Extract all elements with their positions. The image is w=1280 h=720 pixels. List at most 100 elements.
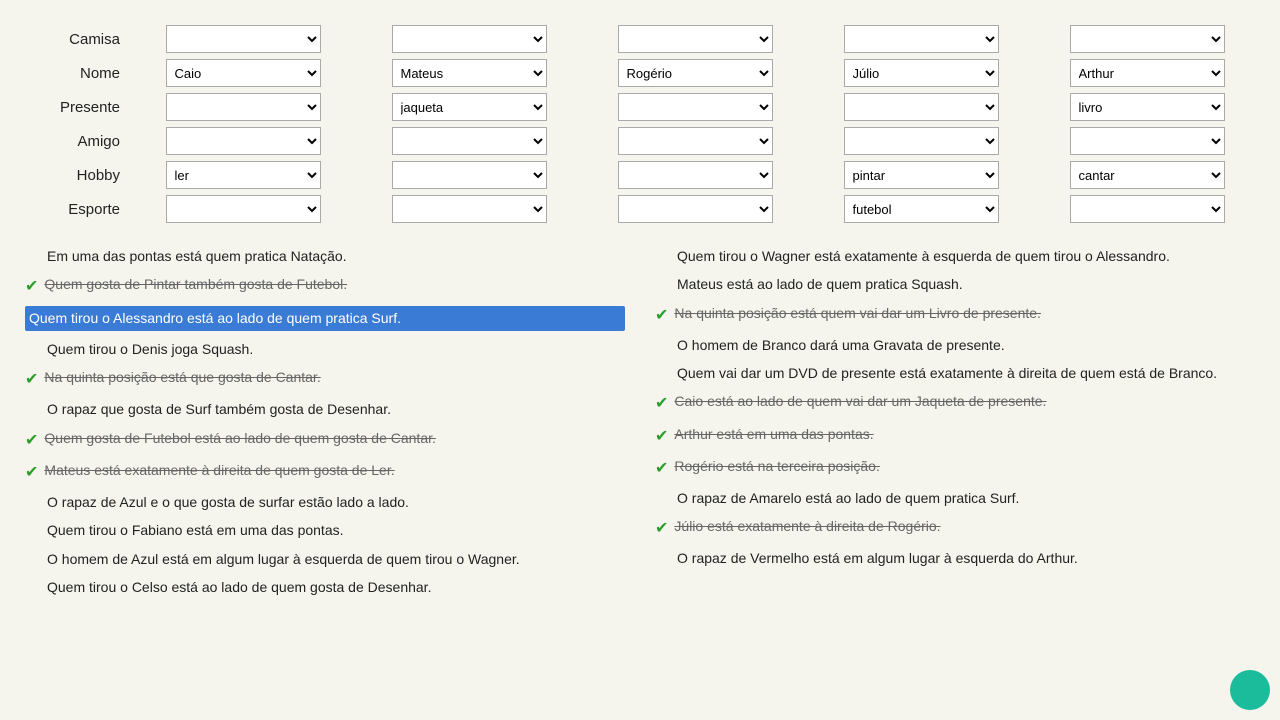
check-icon-cr10: ✔ [655,517,668,540]
clue-item-cl2: ✔ Quem gosta de Pintar também gosta de Fu… [25,274,625,298]
clue-item-cr2: Mateus está ao lado de quem pratica Squa… [655,274,1255,294]
clue-text-cl11: O homem de Azul está em algum lugar à es… [47,549,520,569]
clue-item-cl11: O homem de Azul está em algum lugar à es… [25,549,625,569]
clue-item-cl5: ✔Na quinta posição está que gosta de Can… [25,367,625,391]
select-camisa-3[interactable]: azulbrancoamarelovermelho [618,25,773,53]
col1-header [130,10,356,22]
clue-item-cl3: Quem tirou o Alessandro está ao lado de … [25,306,625,330]
clue-text-cr8: Rogério está na terceira posição. [674,456,879,476]
clues-left: Em uma das pontas está quem pratica Nata… [10,246,640,605]
clue-item-cl10: Quem tirou o Fabiano está em uma das pon… [25,520,625,540]
select-nome-1[interactable]: CaioMateusRogérioJúlioArthur [166,59,321,87]
cell-r0-c2: azulbrancoamarelovermelho [582,22,808,56]
select-hobby-4[interactable]: lerpintarcantarsurfdesenhar [844,161,999,189]
cell-r0-c1: azulbrancoamarelovermelho [356,22,582,56]
clue-text-cl5: Na quinta posição está que gosta de Cant… [44,367,320,387]
clue-item-cr3: ✔Na quinta posição está quem vai dar um … [655,303,1255,327]
select-hobby-5[interactable]: lerpintarcantarsurfdesenhar [1070,161,1225,189]
cell-r0-c3: azulbrancoamarelovermelho [808,22,1034,56]
cell-r3-c2: AlessandroWagnerDenisFabianoCelso [582,124,808,158]
select-esporte-5[interactable]: futebolsquashnatação [1070,195,1225,223]
clue-text-cr11: O rapaz de Vermelho está em algum lugar … [677,548,1078,568]
select-presente-4[interactable]: jaquetalivroDVDgravata [844,93,999,121]
col3-header [582,10,808,22]
select-nome-2[interactable]: CaioMateusRogérioJúlioArthur [392,59,547,87]
cell-r1-c3: CaioMateusRogérioJúlioArthur [808,56,1034,90]
clue-text-cl12: Quem tirou o Celso está ao lado de quem … [47,577,431,597]
clue-text-cr7: Arthur está em uma das pontas. [674,424,873,444]
select-amigo-1[interactable]: AlessandroWagnerDenisFabianoCelso [166,127,321,155]
clue-text-cr1: Quem tirou o Wagner está exatamente à es… [677,246,1170,266]
select-amigo-5[interactable]: AlessandroWagnerDenisFabianoCelso [1070,127,1225,155]
clue-text-cr10: Júlio está exatamente à direita de Rogér… [674,516,940,536]
clue-text-cr6: Caio está ao lado de quem vai dar um Jaq… [674,391,1046,411]
select-camisa-2[interactable]: azulbrancoamarelovermelho [392,25,547,53]
cell-r5-c1: futebolsquashnatação [356,192,582,226]
cell-r5-c2: futebolsquashnatação [582,192,808,226]
cell-r4-c0: lerpintarcantarsurfdesenhar [130,158,356,192]
clue-text-cr2: Mateus está ao lado de quem pratica Squa… [677,274,963,294]
cell-r2-c4: jaquetalivroDVDgravata [1034,90,1260,124]
check-icon-cr3: ✔ [655,304,668,327]
clue-text-cl1: Em uma das pontas está quem pratica Nata… [47,246,347,266]
clue-item-cr9: O rapaz de Amarelo está ao lado de quem … [655,488,1255,508]
clue-text-cl7: Quem gosta de Futebol está ao lado de qu… [44,428,435,448]
cell-r1-c1: CaioMateusRogérioJúlioArthur [356,56,582,90]
select-hobby-1[interactable]: lerpintarcantarsurfdesenhar [166,161,321,189]
clue-item-cr7: ✔Arthur está em uma das pontas. [655,424,1255,448]
row-label-amigo: Amigo [20,124,130,158]
clue-text-cl6: O rapaz que gosta de Surf também gosta d… [47,399,391,419]
clue-item-cl9: O rapaz de Azul e o que gosta de surfar … [25,492,625,512]
select-camisa-5[interactable]: azulbrancoamarelovermelho [1070,25,1225,53]
cell-r4-c2: lerpintarcantarsurfdesenhar [582,158,808,192]
check-icon-cl8: ✔ [25,461,38,484]
cell-r0-c4: azulbrancoamarelovermelho [1034,22,1260,56]
select-presente-1[interactable]: jaquetalivroDVDgravata [166,93,321,121]
select-nome-3[interactable]: CaioMateusRogérioJúlioArthur [618,59,773,87]
cell-r3-c4: AlessandroWagnerDenisFabianoCelso [1034,124,1260,158]
check-icon-cl2: ✔ [25,275,38,298]
clue-item-cr5: Quem vai dar um DVD de presente está exa… [655,363,1255,383]
clue-text-cl10: Quem tirou o Fabiano está em uma das pon… [47,520,344,540]
grid-section: Camisa azulbrancoamarelovermelho azulbranc… [0,0,1280,236]
check-icon-cr8: ✔ [655,457,668,480]
select-esporte-3[interactable]: futebolsquashnatação [618,195,773,223]
clue-item-cr6: ✔Caio está ao lado de quem vai dar um Ja… [655,391,1255,415]
cell-r2-c0: jaquetalivroDVDgravata [130,90,356,124]
cell-r4-c1: lerpintarcantarsurfdesenhar [356,158,582,192]
select-presente-5[interactable]: jaquetalivroDVDgravata [1070,93,1225,121]
select-esporte-1[interactable]: futebolsquashnatação [166,195,321,223]
cell-r3-c0: AlessandroWagnerDenisFabianoCelso [130,124,356,158]
cell-r5-c0: futebolsquashnatação [130,192,356,226]
clue-text-cr5: Quem vai dar um DVD de presente está exa… [677,363,1217,383]
select-presente-2[interactable]: jaquetalivroDVDgravata [392,93,547,121]
main-table: Camisa azulbrancoamarelovermelho azulbranc… [20,10,1260,226]
select-presente-3[interactable]: jaquetalivroDVDgravata [618,93,773,121]
select-amigo-4[interactable]: AlessandroWagnerDenisFabianoCelso [844,127,999,155]
clue-item-cl12: Quem tirou o Celso está ao lado de quem … [25,577,625,597]
select-nome-5[interactable]: CaioMateusRogérioJúlioArthur [1070,59,1225,87]
row-label-camisa: Camisa [20,22,130,56]
clue-text-cr9: O rapaz de Amarelo está ao lado de quem … [677,488,1019,508]
cell-r0-c0: azulbrancoamarelovermelho [130,22,356,56]
row-label-nome: Nome [20,56,130,90]
select-camisa-4[interactable]: azulbrancoamarelovermelho [844,25,999,53]
row-label-esporte: Esporte [20,192,130,226]
select-hobby-2[interactable]: lerpintarcantarsurfdesenhar [392,161,547,189]
clue-item-cl7: ✔Quem gosta de Futebol está ao lado de q… [25,428,625,452]
cell-r2-c2: jaquetalivroDVDgravata [582,90,808,124]
select-esporte-4[interactable]: futebolsquashnatação [844,195,999,223]
select-nome-4[interactable]: CaioMateusRogérioJúlioArthur [844,59,999,87]
clue-text-cl4: Quem tirou o Denis joga Squash. [47,339,253,359]
cell-r4-c3: lerpintarcantarsurfdesenhar [808,158,1034,192]
clue-text-cl2: Quem gosta de Pintar também gosta de Fut… [44,274,347,294]
select-esporte-2[interactable]: futebolsquashnatação [392,195,547,223]
clue-item-cr8: ✔ Rogério está na terceira posição. [655,456,1255,480]
row-label-hobby: Hobby [20,158,130,192]
clue-item-cr11: O rapaz de Vermelho está em algum lugar … [655,548,1255,568]
select-amigo-3[interactable]: AlessandroWagnerDenisFabianoCelso [618,127,773,155]
clue-item-cl6: O rapaz que gosta de Surf também gosta d… [25,399,625,419]
select-camisa-1[interactable]: azulbrancoamarelovermelho [166,25,321,53]
select-amigo-2[interactable]: AlessandroWagnerDenisFabianoCelso [392,127,547,155]
select-hobby-3[interactable]: lerpintarcantarsurfdesenhar [618,161,773,189]
